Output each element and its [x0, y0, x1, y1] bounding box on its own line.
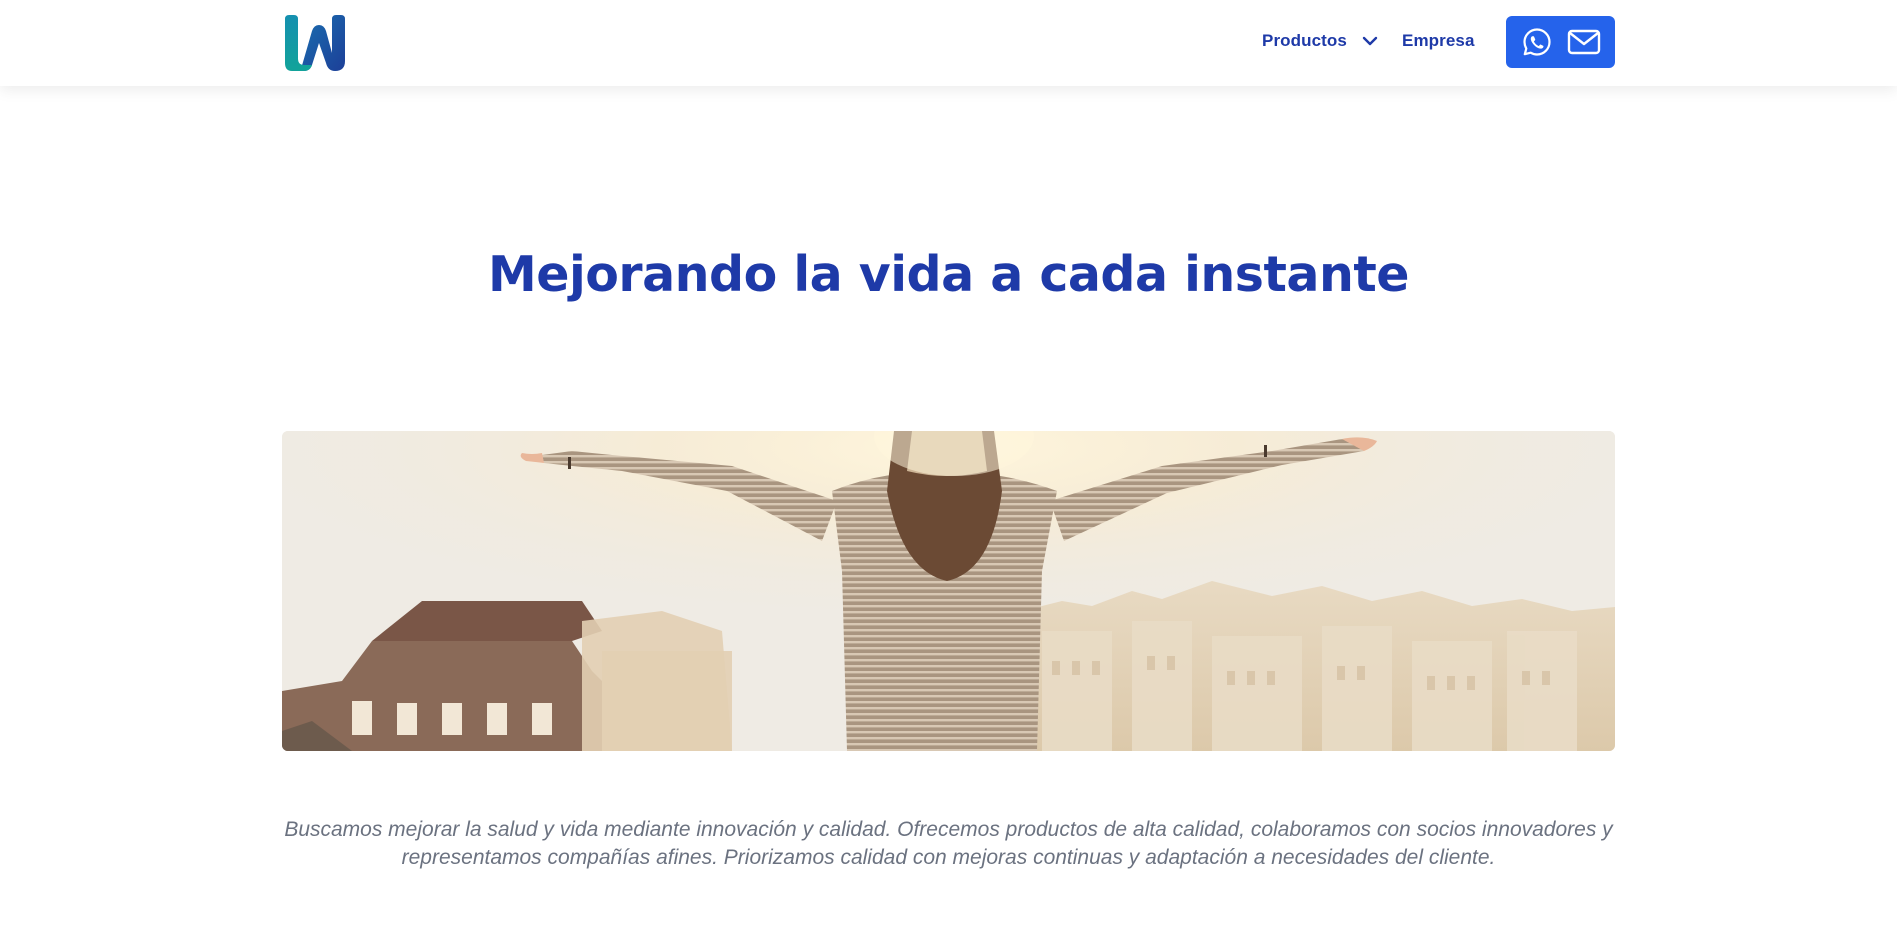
- mail-icon: [1567, 29, 1600, 55]
- email-button[interactable]: [1567, 25, 1601, 59]
- chevron-down-icon: [1361, 32, 1379, 50]
- brand-w-logo-icon: [285, 15, 345, 71]
- contact-buttons: [1506, 16, 1615, 68]
- whatsapp-button[interactable]: [1520, 25, 1554, 59]
- nav-empresa[interactable]: Empresa: [1402, 26, 1475, 56]
- nav-products[interactable]: Productos: [1262, 26, 1379, 56]
- nav-empresa-label: Empresa: [1402, 31, 1475, 50]
- brand-logo[interactable]: [282, 15, 346, 71]
- hero-photo-illustration: [282, 431, 1615, 751]
- whatsapp-icon: [1523, 28, 1551, 56]
- nav-products-label: Productos: [1262, 31, 1347, 50]
- hero-photo: [282, 431, 1615, 751]
- site-header: Productos Empresa: [0, 0, 1897, 86]
- hero-title: Mejorando la vida a cada instante: [487, 246, 1410, 303]
- hero-description: Buscamos mejorar la salud y vida mediant…: [284, 818, 1613, 869]
